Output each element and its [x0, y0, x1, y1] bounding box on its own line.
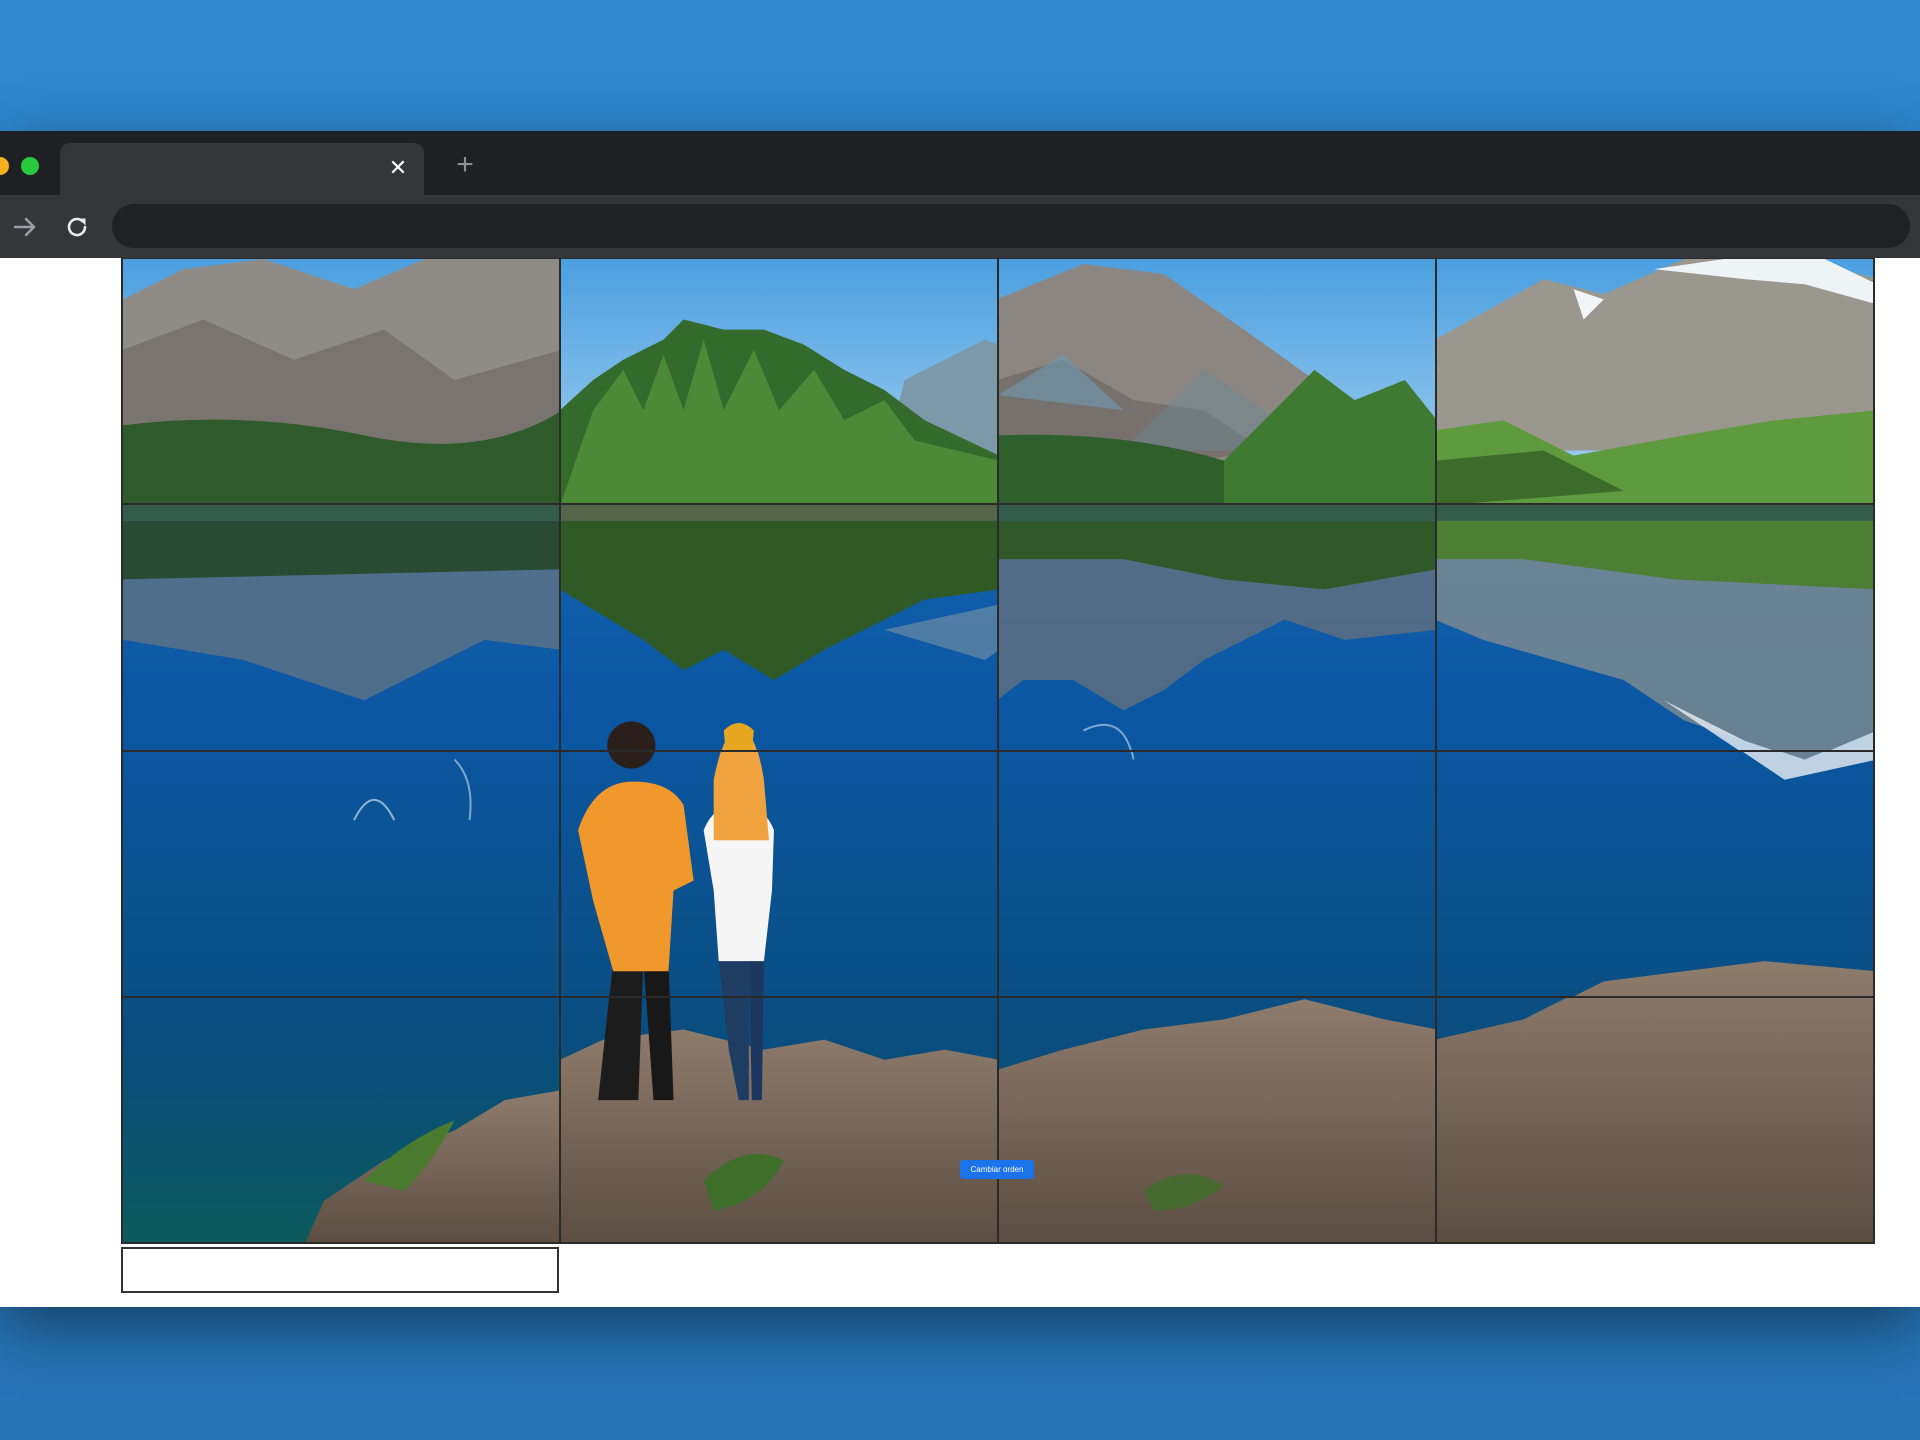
- tile-image: [1437, 751, 1873, 996]
- puzzle-tile[interactable]: [559, 258, 999, 506]
- puzzle-tile[interactable]: [997, 258, 1437, 506]
- address-bar[interactable]: [112, 204, 1910, 248]
- puzzle-tile[interactable]: [559, 503, 999, 752]
- tile-image: [123, 505, 559, 750]
- shuffle-button[interactable]: Cambiar orden: [960, 1160, 1034, 1179]
- puzzle-tile[interactable]: [121, 749, 561, 998]
- minimize-window-button[interactable]: [0, 157, 9, 175]
- tile-image: [999, 505, 1435, 750]
- reload-icon[interactable]: [62, 212, 92, 242]
- tile-image: [999, 751, 1435, 996]
- browser-tab[interactable]: ✕: [60, 143, 424, 195]
- puzzle-tile[interactable]: [559, 749, 999, 998]
- puzzle-tile[interactable]: [1435, 749, 1875, 998]
- tile-image: [123, 259, 559, 504]
- puzzle-tile[interactable]: [1435, 995, 1875, 1244]
- tile-image: [561, 751, 997, 996]
- puzzle-tile[interactable]: [1435, 503, 1875, 752]
- tile-image: [1437, 505, 1873, 750]
- puzzle-tile[interactable]: [997, 995, 1437, 1244]
- page-content: [0, 258, 1920, 1307]
- empty-tile-slot[interactable]: [121, 1247, 559, 1293]
- puzzle-board: [121, 258, 1875, 1244]
- browser-titlebar: ✕ +: [0, 131, 1920, 195]
- puzzle-tile[interactable]: [121, 258, 561, 506]
- puzzle-tile[interactable]: [1435, 258, 1875, 506]
- arrow-right-icon[interactable]: [10, 212, 40, 242]
- tile-image: [123, 751, 559, 996]
- puzzle-tile[interactable]: [121, 995, 561, 1244]
- tile-image: [1437, 259, 1873, 504]
- puzzle-tile[interactable]: [997, 503, 1437, 752]
- puzzle-tile[interactable]: [559, 995, 999, 1244]
- browser-window: ✕ +: [0, 131, 1920, 1307]
- tile-image: [123, 997, 559, 1242]
- tile-image: [999, 259, 1435, 504]
- tile-image: [1437, 997, 1873, 1242]
- maximize-window-button[interactable]: [21, 157, 39, 175]
- puzzle-tile[interactable]: [121, 503, 561, 752]
- tile-image: [561, 997, 997, 1242]
- tile-image: [999, 997, 1435, 1242]
- plus-icon[interactable]: +: [450, 150, 480, 180]
- close-icon[interactable]: ✕: [386, 156, 410, 180]
- browser-toolbar: [0, 195, 1920, 258]
- tile-image: [561, 259, 997, 504]
- tile-image: [561, 505, 997, 750]
- puzzle-tile[interactable]: [997, 749, 1437, 998]
